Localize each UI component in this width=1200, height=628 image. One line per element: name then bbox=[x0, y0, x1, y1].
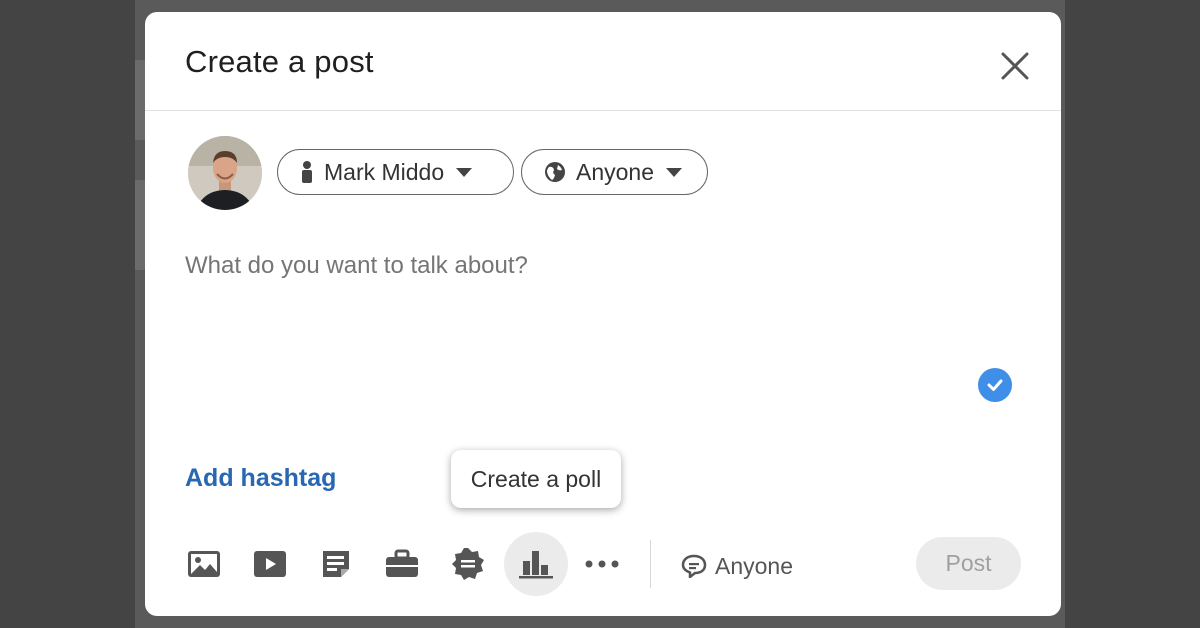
close-button[interactable] bbox=[995, 46, 1035, 86]
create-post-modal: Create a post Mark Middo Anyone What do … bbox=[145, 12, 1061, 616]
add-hashtag-link[interactable]: Add hashtag bbox=[185, 464, 336, 493]
profile-photo bbox=[188, 136, 262, 210]
author-name: Mark Middo bbox=[324, 158, 445, 185]
comment-icon bbox=[681, 554, 707, 578]
check-icon bbox=[978, 368, 1012, 402]
modal-header: Create a post bbox=[145, 12, 1061, 111]
more-icon bbox=[585, 560, 619, 568]
photo-icon bbox=[188, 551, 220, 577]
post-button[interactable]: Post bbox=[916, 537, 1021, 590]
background-fragment bbox=[135, 60, 145, 140]
celebrate-button[interactable] bbox=[436, 532, 500, 596]
add-document-button[interactable] bbox=[304, 532, 368, 596]
avatar bbox=[188, 136, 262, 210]
background-fragment bbox=[135, 180, 145, 270]
add-video-button[interactable] bbox=[238, 532, 302, 596]
chevron-down-icon bbox=[666, 167, 683, 177]
visibility-selector[interactable]: Anyone bbox=[521, 149, 708, 195]
chevron-down-icon bbox=[456, 167, 473, 177]
visibility-label: Anyone bbox=[576, 158, 655, 185]
author-selector[interactable]: Mark Middo bbox=[277, 149, 514, 195]
modal-title: Create a post bbox=[185, 44, 374, 79]
create-poll-button[interactable] bbox=[504, 532, 568, 596]
close-icon bbox=[1001, 52, 1029, 80]
post-editor[interactable]: What do you want to talk about? bbox=[185, 252, 965, 292]
more-options-button[interactable] bbox=[570, 532, 634, 596]
comment-control-button[interactable]: Anyone bbox=[681, 544, 793, 588]
add-photo-button[interactable] bbox=[172, 532, 236, 596]
video-icon bbox=[254, 551, 286, 577]
comment-control-label: Anyone bbox=[715, 552, 794, 579]
toolbar-divider bbox=[650, 540, 651, 588]
job-icon bbox=[386, 549, 418, 577]
document-icon bbox=[323, 551, 349, 577]
person-icon bbox=[302, 161, 312, 183]
celebrate-icon bbox=[452, 548, 484, 580]
globe-icon bbox=[545, 162, 565, 182]
tooltip: Create a poll bbox=[451, 450, 621, 508]
poll-icon bbox=[519, 551, 553, 579]
add-job-button[interactable] bbox=[370, 532, 434, 596]
